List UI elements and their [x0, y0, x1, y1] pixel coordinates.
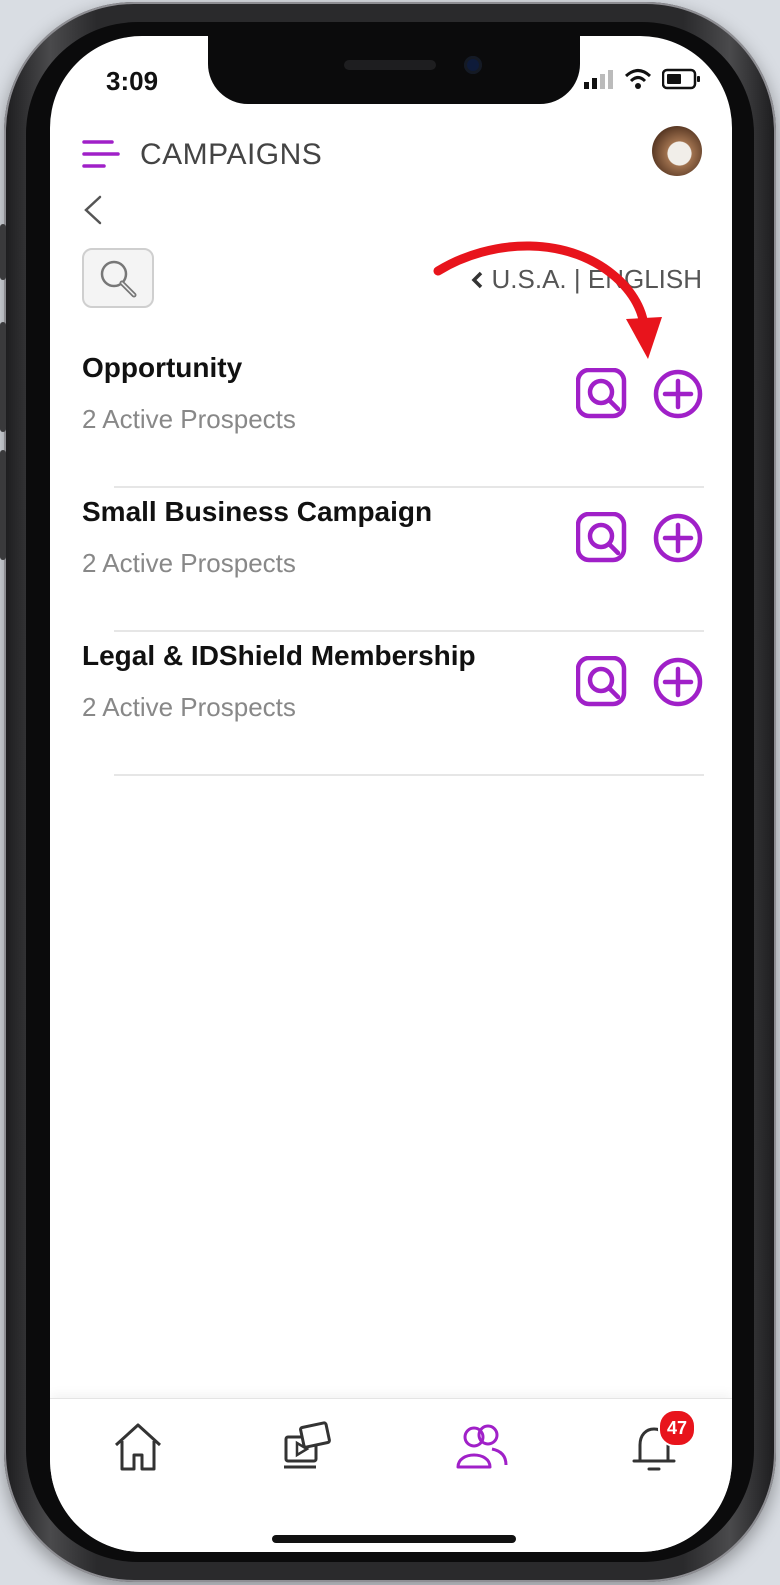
chevron-left-icon [471, 271, 482, 288]
status-time: 3:09 [106, 66, 159, 96]
notch [208, 36, 580, 104]
row-divider [114, 774, 704, 776]
app-header: CAMPAIGNS [82, 126, 702, 180]
annotation-arrow [433, 241, 662, 359]
speaker [344, 60, 436, 70]
campaign-prospects-count: 2 Active Prospects [82, 548, 296, 578]
campaign-title: Legal & IDShield Membership [82, 640, 476, 671]
locale-label: U.S.A. | ENGLISH [491, 264, 702, 294]
back-chevron-icon[interactable] [80, 194, 106, 226]
prospect-search-icon[interactable] [576, 656, 628, 708]
search-button[interactable] [82, 248, 154, 308]
home-indicator [272, 1535, 516, 1543]
campaign-row-opportunity[interactable]: Opportunity 2 Active Prospects [50, 344, 732, 488]
campaign-row-legal-idshield[interactable]: Legal & IDShield Membership 2 Active Pro… [50, 632, 732, 776]
prospect-search-icon[interactable] [576, 512, 628, 564]
locale-selector[interactable]: U.S.A. | ENGLISH [470, 264, 702, 295]
campaign-title: Opportunity [82, 352, 243, 383]
front-camera [464, 56, 482, 74]
wifi-icon [624, 69, 652, 89]
phone-screen: 3:09 CAMPAIGNS U.S.A. | ENGLISH Opportun… [50, 36, 732, 1552]
status-icons [584, 68, 702, 90]
campaign-list: Opportunity 2 Active Prospects Small Bus… [50, 344, 732, 776]
add-circle-icon[interactable] [652, 512, 704, 564]
notification-badge: 47 [658, 1409, 696, 1447]
campaign-prospects-count: 2 Active Prospects [82, 404, 296, 434]
signal-icon [584, 70, 613, 89]
avatar[interactable] [652, 126, 702, 176]
volume-down-button [0, 450, 6, 560]
contacts-icon[interactable] [452, 1417, 512, 1477]
bottom-tab-bar: 47 [50, 1398, 732, 1552]
volume-up-button [0, 322, 6, 432]
menu-icon[interactable] [82, 138, 120, 172]
add-circle-icon[interactable] [652, 656, 704, 708]
search-icon [100, 260, 137, 298]
campaign-prospects-count: 2 Active Prospects [82, 692, 296, 722]
mute-switch [0, 224, 6, 280]
campaign-title: Small Business Campaign [82, 496, 433, 527]
page-title: CAMPAIGNS [140, 138, 323, 171]
add-circle-icon[interactable] [652, 368, 704, 420]
notifications-tab[interactable]: 47 [624, 1409, 696, 1477]
home-icon[interactable] [108, 1417, 168, 1477]
campaign-row-small-business[interactable]: Small Business Campaign 2 Active Prospec… [50, 488, 732, 632]
prospect-search-icon[interactable] [576, 368, 628, 420]
battery-icon [662, 68, 700, 90]
media-icon[interactable] [276, 1417, 336, 1477]
